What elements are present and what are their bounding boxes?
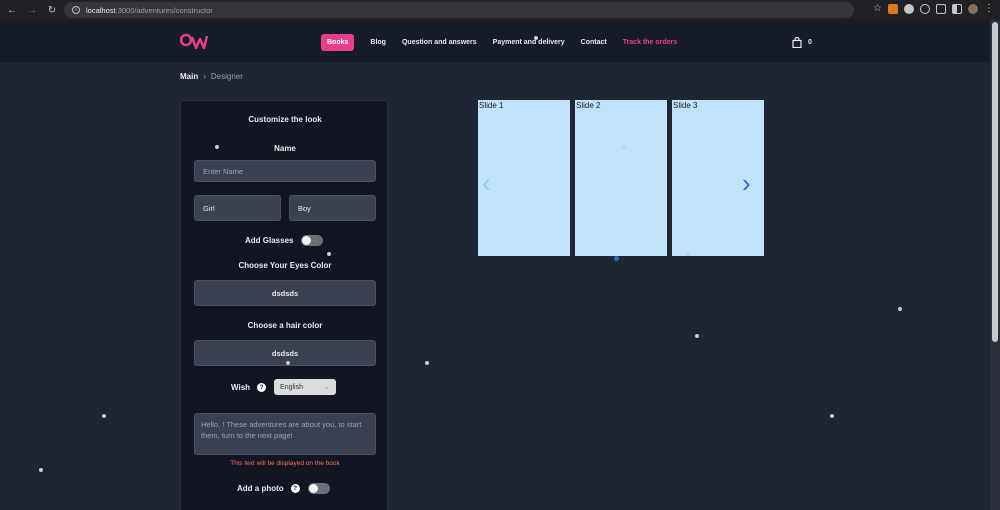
snowflake-decoration — [286, 361, 290, 365]
name-input[interactable]: Enter Name — [194, 160, 376, 182]
gender-boy-button[interactable]: Boy — [289, 195, 376, 221]
shopping-bag-icon — [792, 37, 802, 48]
gender-girl-button[interactable]: Girl — [194, 195, 281, 221]
snowflake-decoration — [39, 468, 43, 472]
extensions-area: ☆ ⋮ — [873, 3, 994, 14]
name-label: Name — [274, 144, 296, 153]
logo-icon[interactable] — [180, 33, 208, 51]
snowflake-decoration — [215, 145, 219, 149]
nav-track-orders[interactable]: Track the orders — [623, 39, 677, 46]
profile-avatar-icon[interactable] — [968, 3, 978, 14]
site-info-icon[interactable]: i — [72, 6, 80, 14]
address-bar[interactable]: i localhost:3000/adventures/constructor — [64, 2, 854, 18]
side-panel-icon[interactable] — [952, 3, 962, 14]
snowflake-decoration — [622, 145, 626, 149]
nav-contact[interactable]: Contact — [581, 39, 607, 46]
language-value: English — [280, 383, 304, 391]
extension-icon[interactable] — [920, 3, 930, 14]
photo-label: Add a photo — [237, 484, 284, 493]
panel-title: Customize the look — [248, 115, 322, 124]
slide-1[interactable]: Slide 1 — [478, 100, 570, 256]
eyes-color-select[interactable]: dsdsds — [194, 280, 376, 306]
carousel-next-icon[interactable]: › — [742, 170, 751, 196]
language-select[interactable]: English ⌄ — [274, 379, 337, 395]
help-icon[interactable]: ? — [290, 484, 300, 493]
browser-toolbar: ← → ↻ i localhost:3000/adventures/constr… — [0, 0, 1000, 20]
breadcrumb: Main › Designer — [180, 72, 243, 81]
photo-row: Add a photo ? — [237, 483, 330, 494]
cart-count: 0 — [808, 39, 812, 46]
snowflake-decoration — [425, 361, 429, 365]
breadcrumb-main-link[interactable]: Main — [180, 72, 198, 81]
snowflake-decoration — [830, 414, 834, 418]
nav-books[interactable]: Books — [321, 34, 355, 51]
slide-label: Slide 2 — [576, 101, 601, 110]
glasses-label: Add Glasses — [245, 236, 294, 245]
nav-payment-delivery[interactable]: Payment and delivery — [493, 39, 565, 46]
chevron-down-icon: ⌄ — [324, 384, 331, 391]
site-header: Books Blog Question and answers Payment … — [0, 20, 990, 62]
glasses-row: Add Glasses — [245, 235, 324, 246]
breadcrumb-current: Designer — [210, 72, 243, 81]
help-icon[interactable]: ? — [257, 382, 267, 392]
nav-blog[interactable]: Blog — [370, 39, 386, 46]
metamask-extension-icon[interactable] — [888, 3, 898, 14]
wish-textarea[interactable]: Hello, ! These adventures are about you,… — [194, 413, 376, 455]
slide-label: Slide 3 — [673, 101, 698, 110]
photo-toggle[interactable] — [307, 483, 330, 494]
hair-color-select[interactable]: dsdsds — [194, 340, 376, 366]
eyes-color-label: Choose Your Eyes Color — [238, 261, 332, 270]
toggle-knob — [302, 236, 312, 245]
wish-label: Wish — [231, 382, 251, 392]
back-icon[interactable]: ← — [4, 2, 20, 18]
chevron-right-icon: › — [203, 72, 206, 81]
toggle-knob — [308, 484, 318, 493]
extension-icon[interactable] — [904, 3, 914, 14]
scrollbar-thumb[interactable] — [992, 22, 998, 342]
bookmark-star-icon[interactable]: ☆ — [873, 3, 882, 14]
wish-note: This text will be displayed on the book — [230, 460, 340, 467]
reload-icon[interactable]: ↻ — [44, 2, 60, 18]
url-path: :3000/adventures/constructor — [115, 5, 213, 15]
customize-panel: Customize the look Name Enter Name Girl … — [180, 100, 388, 510]
url-host: localhost — [86, 5, 116, 15]
carousel-prev-icon[interactable]: ‹ — [482, 170, 491, 196]
page-scrollbar[interactable] — [990, 20, 1000, 510]
snowflake-decoration — [327, 252, 331, 256]
snowflake-decoration — [534, 36, 538, 40]
snowflake-decoration — [102, 414, 106, 418]
main-nav: Books Blog Question and answers Payment … — [321, 34, 693, 51]
glasses-toggle[interactable] — [301, 235, 324, 246]
snowflake-decoration — [898, 307, 902, 311]
carousel-pagination-dot[interactable] — [614, 256, 619, 261]
cart-button[interactable]: 0 — [792, 37, 812, 48]
slide-label: Slide 1 — [479, 101, 504, 110]
puzzle-extensions-icon[interactable] — [936, 3, 946, 14]
nav-faq[interactable]: Question and answers — [402, 39, 477, 46]
snowflake-decoration — [686, 252, 690, 256]
snowflake-decoration — [695, 334, 699, 338]
slide-2[interactable]: Slide 2 — [575, 100, 667, 256]
hair-color-label: Choose a hair color — [247, 321, 323, 330]
wish-row: Wish ? English ⌄ — [231, 379, 337, 395]
forward-icon[interactable]: → — [24, 2, 40, 18]
menu-dots-icon[interactable]: ⋮ — [984, 3, 994, 14]
